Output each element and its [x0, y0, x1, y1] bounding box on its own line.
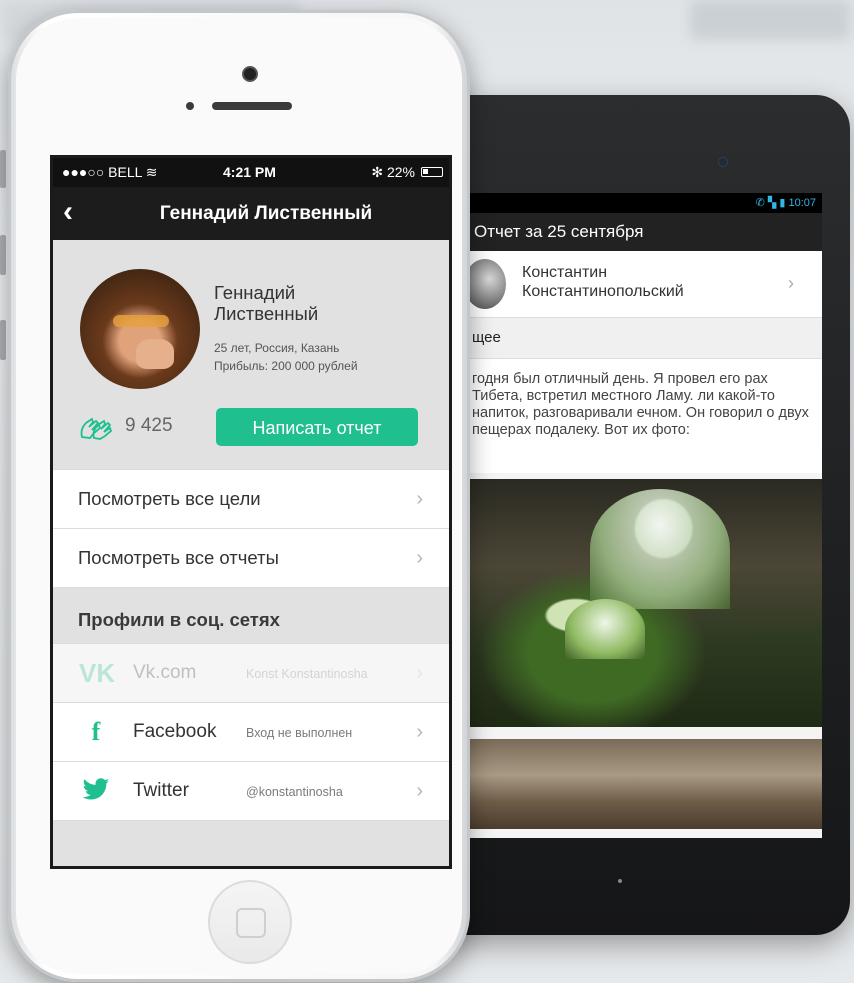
phone-screen: ●●●○○ BELL ≋ 4:21 PM ✻ 22% ‹ Геннадий Ли… [50, 155, 452, 869]
social-name: Vk.com [133, 662, 197, 683]
likes-count: 9 425 [125, 415, 173, 436]
tablet-home-dot [618, 879, 622, 883]
status-time: 4:21 PM [223, 164, 276, 180]
front-camera [242, 66, 258, 82]
chevron-right-icon: › [416, 662, 423, 684]
avatar-hand [136, 339, 174, 369]
mute-switch [0, 150, 6, 188]
chevron-right-icon: › [416, 780, 423, 802]
profile-avatar [80, 269, 200, 389]
tablet-action-bar: Отчет за 25 сентября [470, 213, 822, 251]
profile-card: Геннадий Лиственный 25 лет, Россия, Каза… [53, 240, 449, 469]
background-blur-right [690, 0, 850, 40]
status-time: 10:07 [788, 197, 816, 209]
profile-profit: Прибыль: 200 000 рублей [214, 359, 358, 373]
vk-icon: VK [79, 658, 116, 688]
chevron-right-icon: › [788, 273, 794, 293]
report-section-header: щее [470, 318, 822, 359]
write-report-button[interactable]: Написать отчет [216, 408, 418, 446]
social-account: @konstantinosha [246, 785, 343, 799]
cave-photo-1[interactable] [470, 479, 822, 727]
profile-age-location: 25 лет, Россия, Казань [214, 341, 340, 355]
twitter-icon [82, 778, 110, 800]
wifi-icon: ≋ [145, 164, 158, 180]
profile-name: Геннадий Лиственный [214, 282, 318, 324]
cave-arch [590, 489, 730, 609]
social-profiles-header: Профили в соц. сетях [53, 587, 449, 643]
battery-label: ✻ 22% [371, 164, 415, 180]
tablet-screen: ✆ ▚ ▮ 10:07 Отчет за 25 сентября Констан… [470, 193, 822, 838]
row-label: Посмотреть все отчеты [78, 547, 279, 568]
social-name: Facebook [133, 721, 217, 742]
chevron-right-icon: › [416, 547, 423, 569]
volume-down-button [0, 320, 6, 360]
proximity-sensor [186, 102, 194, 110]
author-name-line1: Константин [522, 264, 608, 281]
profile-info: 25 лет, Россия, Казань Прибыль: 200 000 … [214, 339, 358, 375]
vk-row[interactable]: VK Vk.com Konst Konstantinosha › [53, 643, 449, 702]
profile-name-line2: Лиственный [214, 303, 319, 324]
volume-up-button [0, 235, 6, 275]
row-label: Посмотреть все цели [78, 488, 261, 509]
signal-icon: ✆ ▚ ▮ [755, 197, 789, 209]
nav-title: Геннадий Лиственный [159, 203, 373, 224]
facebook-icon: f [91, 717, 101, 746]
ios-status-bar: ●●●○○ BELL ≋ 4:21 PM ✻ 22% [53, 158, 449, 187]
battery-icon [421, 167, 443, 177]
home-button[interactable] [208, 880, 292, 964]
home-square-icon [236, 908, 266, 938]
cave-arch-inner [565, 599, 645, 659]
earpiece [212, 102, 292, 110]
view-all-goals-row[interactable]: Посмотреть все цели › [53, 469, 449, 528]
tablet-device: ✆ ▚ ▮ 10:07 Отчет за 25 сентября Констан… [430, 95, 850, 935]
cave-photo-2[interactable] [470, 739, 822, 829]
action-bar-title: Отчет за 25 сентября [474, 222, 644, 241]
report-text: годня был отличный день. Я провел его ра… [470, 359, 822, 473]
author-avatar [470, 259, 506, 309]
tablet-camera [718, 157, 728, 167]
report-author-row[interactable]: Константин Константинопольский › [470, 251, 822, 318]
social-name: Twitter [133, 780, 189, 801]
chevron-right-icon: › [416, 721, 423, 743]
navigation-bar: ‹ Геннадий Лиственный [53, 187, 449, 240]
author-name-line2: Константинопольский [522, 283, 684, 300]
screen-bottom-area [53, 820, 449, 866]
profile-name-line1: Геннадий [214, 282, 296, 303]
chevron-right-icon: › [416, 488, 423, 510]
bluetooth-icon: ✻ [371, 164, 384, 180]
clapping-hands-icon [80, 417, 113, 440]
twitter-row[interactable]: Twitter @konstantinosha › [53, 761, 449, 820]
social-account: Вход не выполнен [246, 726, 353, 740]
carrier-label: ●●●○○ BELL ≋ [62, 164, 158, 180]
social-account: Konst Konstantinosha [246, 667, 368, 681]
facebook-row[interactable]: f Facebook Вход не выполнен › [53, 702, 449, 761]
android-status-bar: ✆ ▚ ▮ 10:07 [470, 193, 822, 213]
phone-front: ●●●○○ BELL ≋ 4:21 PM ✻ 22% ‹ Геннадий Ли… [16, 18, 462, 974]
author-name: Константин Константинопольский [522, 263, 684, 301]
phone-device: ●●●○○ BELL ≋ 4:21 PM ✻ 22% ‹ Геннадий Ли… [8, 10, 470, 982]
view-all-reports-row[interactable]: Посмотреть все отчеты › [53, 528, 449, 587]
avatar-glasses [113, 315, 169, 327]
